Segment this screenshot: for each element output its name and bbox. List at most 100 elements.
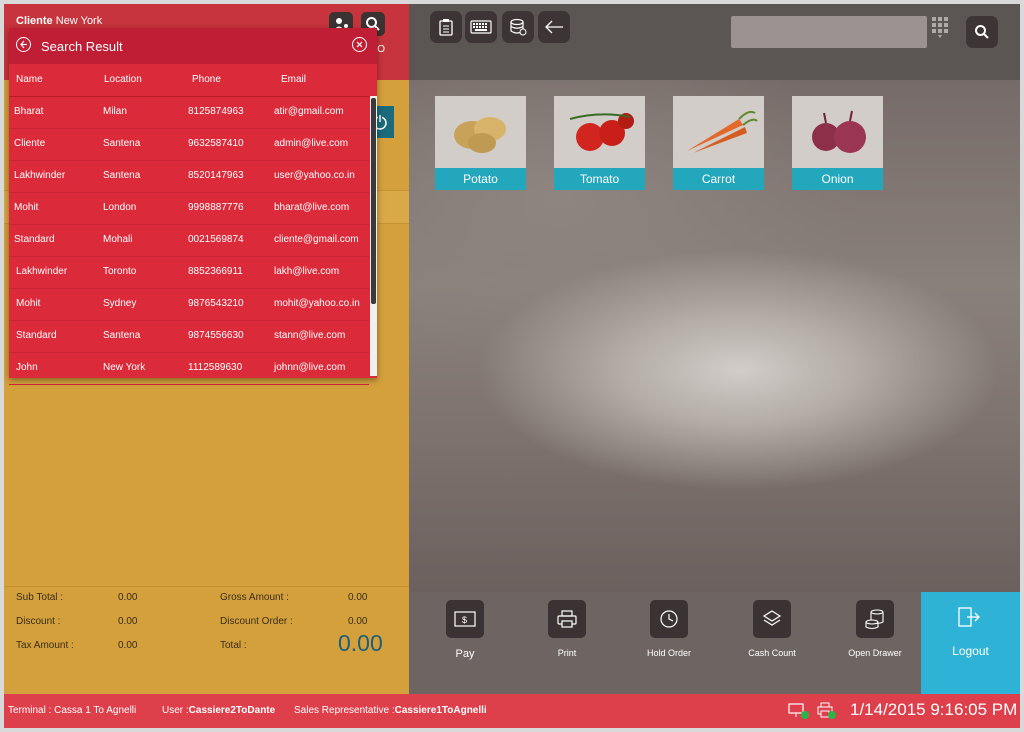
close-icon[interactable]: [352, 37, 367, 52]
product-search-button[interactable]: [966, 16, 998, 48]
orders-button[interactable]: [430, 11, 462, 43]
table-row[interactable]: Bharat Milan 8125874963 atir@gmail.com: [9, 97, 369, 129]
cell-location: Sydney: [103, 298, 137, 309]
cell-phone: 1112589630: [188, 362, 243, 373]
table-row[interactable]: Mohit London 9998887776 bharat@live.com: [9, 193, 369, 225]
cell-name: Standard: [16, 330, 57, 341]
gross-amount-label: Gross Amount :: [220, 592, 289, 603]
cell-location: New York: [103, 362, 146, 373]
table-row[interactable]: Cliente Santena 9632587410 admin@live.com: [9, 129, 369, 161]
product-tile-carrot[interactable]: Carrot: [673, 96, 764, 190]
keyboard-icon: [470, 20, 492, 34]
cell-email: mohit@yahoo.co.in: [274, 298, 360, 309]
open-drawer-label: Open Drawer: [848, 648, 902, 658]
product-grid: Potato Tomato Carrot Onion: [409, 80, 1020, 592]
open-drawer-button[interactable]: Open Drawer: [835, 600, 915, 658]
sub-total-value: 0.00: [118, 592, 138, 603]
cell-phone: 9632587410: [188, 138, 244, 149]
table-row[interactable]: Standard Mohali 0021569874 cliente@gmail.co…: [9, 225, 369, 257]
clock-icon: [660, 610, 678, 628]
network-status-icon: [788, 703, 809, 719]
tax-amount-label: Tax Amount :: [16, 640, 74, 651]
cell-phone: 8125874963: [188, 106, 244, 117]
cell-phone: 9876543210: [188, 298, 244, 309]
onion-image: [792, 96, 883, 168]
table-row[interactable]: Lakhwinder Toronto 8852366911 lakh@live.com: [9, 257, 369, 289]
product-label: Onion: [792, 168, 883, 190]
gross-amount-value: 0.00: [348, 592, 368, 603]
sales-rep-value: Cassiere1ToAgnelli: [394, 705, 487, 716]
cell-name: John: [16, 362, 38, 373]
hold-order-label: Hold Order: [646, 648, 691, 658]
cash-count-button[interactable]: Cash Count: [732, 600, 812, 658]
product-tile-onion[interactable]: Onion: [792, 96, 883, 190]
cell-location: Mohali: [103, 234, 133, 245]
table-row[interactable]: John New York 1112589630 johnn@live.com: [9, 353, 369, 385]
table-row[interactable]: Standard Santena 9874556630 stann@live.com: [9, 321, 369, 353]
cell-phone: 9874556630: [188, 330, 244, 341]
terminal-label: Terminal :: [8, 705, 52, 716]
layers-icon: [762, 610, 782, 626]
sales-rep-info: Sales Representative :Cassiere1ToAgnelli: [294, 705, 487, 716]
arrow-left-icon: [545, 20, 563, 34]
cell-email: admin@live.com: [274, 138, 349, 149]
client-label-text: Cliente: [16, 15, 53, 27]
pos-window: Cliente New York NO Sub Total : 0.00 Dis…: [4, 4, 1020, 728]
cell-email: johnn@live.com: [274, 362, 346, 373]
cell-email: cliente@gmail.com: [274, 234, 359, 245]
cell-location: Santena: [103, 138, 141, 149]
pay-button[interactable]: $ Pay: [425, 600, 505, 660]
cell-name: Standard: [14, 234, 55, 245]
logout-label: Logout: [952, 644, 989, 658]
cell-name: Lakhwinder: [16, 266, 68, 277]
sales-rep-label: Sales Representative :: [294, 705, 395, 716]
keyboard-button[interactable]: [465, 11, 497, 43]
discount-order-label: Discount Order :: [220, 616, 293, 627]
cell-phone: 8520147963: [188, 170, 244, 181]
discount-value: 0.00: [118, 616, 138, 627]
cell-name: Mohit: [16, 298, 41, 309]
date-time: 1/14/2015 9:16:05 PM: [850, 700, 1018, 719]
logout-icon: [958, 607, 980, 627]
product-label: Potato: [435, 168, 526, 190]
product-tile-tomato[interactable]: Tomato: [554, 96, 645, 190]
cell-email: stann@live.com: [274, 330, 346, 341]
table-row[interactable]: Mohit Sydney 9876543210 mohit@yahoo.co.in: [9, 289, 369, 321]
printer-icon: [557, 610, 577, 628]
product-search-input[interactable]: [731, 16, 927, 48]
user-label: User :: [162, 705, 189, 716]
back-button[interactable]: [538, 11, 570, 43]
user-value: Cassiere2ToDante: [188, 705, 276, 716]
scrollbar-thumb[interactable]: [371, 98, 376, 304]
cell-phone: 8852366911: [188, 266, 243, 277]
logout-button[interactable]: Logout: [921, 592, 1020, 694]
product-tile-potato[interactable]: Potato: [435, 96, 526, 190]
back-arrow-icon[interactable]: [16, 37, 31, 52]
cash-count-label: Cash Count: [748, 648, 796, 658]
column-header-location: Location: [104, 74, 142, 85]
potato-image: [435, 96, 526, 168]
table-row[interactable]: Lakhwinder Santena 8520147963 user@yahoo.co…: [9, 161, 369, 193]
result-rows: Bharat Milan 8125874963 atir@gmail.com Clie…: [9, 97, 369, 385]
cell-email: user@yahoo.co.in: [274, 170, 355, 181]
cell-email: atir@gmail.com: [274, 106, 344, 117]
top-toolbar: [409, 4, 1020, 80]
search-icon: [975, 25, 989, 39]
client-value: New York: [55, 15, 103, 27]
cell-location: London: [103, 202, 137, 213]
tomato-image: [554, 96, 645, 168]
grid-view-icon[interactable]: [932, 17, 950, 39]
terminal-value: Cassa 1 To Agnelli: [54, 705, 137, 716]
cell-location: Santena: [103, 330, 141, 341]
client-label: Cliente New York: [16, 15, 102, 27]
cell-phone: 0021569874: [188, 234, 244, 245]
cell-location: Santena: [103, 170, 141, 181]
print-button[interactable]: Print: [527, 600, 607, 658]
hold-order-button[interactable]: Hold Order: [629, 600, 709, 658]
total-label: Total :: [220, 640, 247, 651]
cell-name: Bharat: [14, 106, 44, 117]
database-button[interactable]: [502, 11, 534, 43]
printer-status-icon: [817, 702, 836, 719]
cell-email: bharat@live.com: [274, 202, 350, 213]
cell-name: Mohit: [14, 202, 39, 213]
